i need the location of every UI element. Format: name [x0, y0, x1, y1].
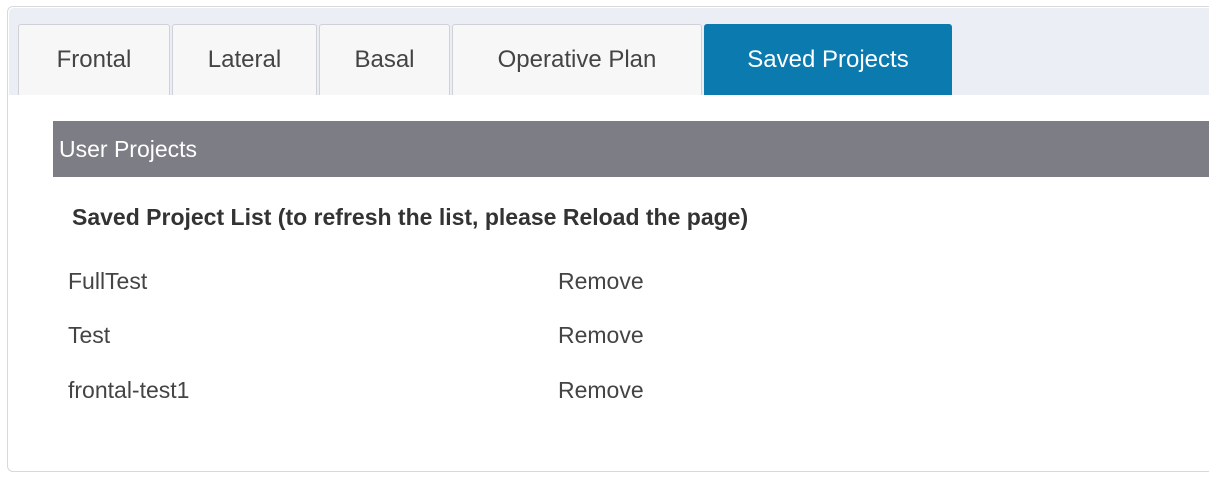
- project-row: frontal-test1 Remove: [68, 377, 768, 417]
- project-row: Test Remove: [68, 322, 768, 362]
- project-name: Test: [68, 322, 111, 348]
- remove-button[interactable]: Remove: [558, 322, 644, 349]
- tab-bar: Frontal Lateral Basal Operative Plan Sav…: [9, 8, 1209, 95]
- tab-list: Frontal Lateral Basal Operative Plan Sav…: [18, 24, 952, 95]
- project-row: FullTest Remove: [68, 268, 768, 308]
- tab-frontal[interactable]: Frontal: [18, 24, 170, 95]
- remove-button[interactable]: Remove: [558, 268, 644, 295]
- project-name: FullTest: [68, 268, 148, 294]
- remove-button[interactable]: Remove: [558, 377, 644, 404]
- tab-lateral[interactable]: Lateral: [172, 24, 317, 95]
- tab-basal[interactable]: Basal: [319, 24, 450, 95]
- saved-project-list-title: Saved Project List (to refresh the list,…: [72, 204, 749, 230]
- project-name: frontal-test1: [68, 377, 190, 403]
- section-header-user-projects: User Projects: [53, 121, 1209, 177]
- tab-operative-plan[interactable]: Operative Plan: [452, 24, 702, 95]
- tab-saved-projects[interactable]: Saved Projects: [704, 24, 952, 95]
